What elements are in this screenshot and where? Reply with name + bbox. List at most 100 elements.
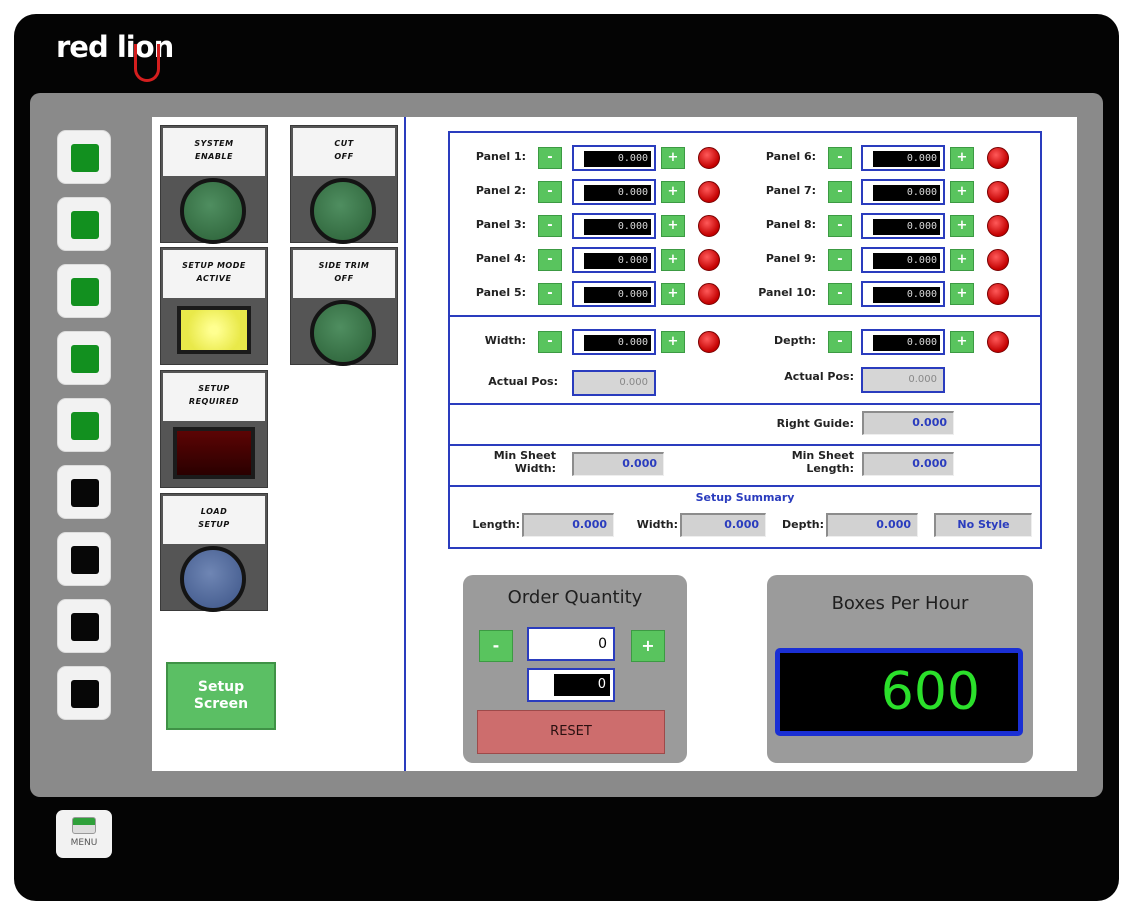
panel-9-plus-button[interactable]: + [950,249,974,271]
boxes-per-hour-card: Boxes Per Hour 600 [767,575,1033,763]
width-minus-button[interactable]: - [538,331,562,353]
panel-7-set-button[interactable] [987,181,1009,203]
summary-length-value: 0.000 [522,513,614,537]
panel-8-set-button[interactable] [987,215,1009,237]
side-button-4[interactable] [57,331,111,385]
width-field[interactable]: 0.000 [572,329,656,355]
system-enable-button[interactable]: SYSTEM ENABLE [160,125,268,244]
panel-6-plus-button[interactable]: + [950,147,974,169]
panel-7-minus-button[interactable]: - [828,181,852,203]
panel-10-set-button[interactable] [987,283,1009,305]
side-button-7[interactable] [57,532,111,586]
panel-9-field[interactable]: 0.000 [861,247,945,273]
side-button-3[interactable] [57,264,111,318]
setup-summary-title: Setup Summary [695,491,795,504]
width-actual-pos-value: 0.000 [572,370,656,396]
panel-9-label: Panel 9: [765,252,816,265]
side-button-6[interactable] [57,465,111,519]
panel-5-set-button[interactable] [698,283,720,305]
panel-10-minus-button[interactable]: - [828,283,852,305]
min-sheet-length-label: Min Sheet Length: [791,449,854,475]
panel-10-plus-button[interactable]: + [950,283,974,305]
panel-4-value: 0.000 [584,253,651,269]
side-button-7-indicator [71,546,99,574]
panel-4-plus-button[interactable]: + [661,249,685,271]
panel-8-plus-button[interactable]: + [950,215,974,237]
panel-9-set-button[interactable] [987,249,1009,271]
panel-2-plus-button[interactable]: + [661,181,685,203]
panel-8-label: Panel 8: [765,218,816,231]
section-divider [450,403,1040,405]
load-setup-label: LOAD SETUP [163,496,265,544]
depth-field[interactable]: 0.000 [861,329,945,355]
boxes-per-hour-display: 600 [775,648,1023,736]
panel-5-minus-button[interactable]: - [538,283,562,305]
panel-9-minus-button[interactable]: - [828,249,852,271]
reset-button[interactable]: RESET [477,710,665,754]
setup-screen-button[interactable]: Setup Screen [166,662,276,730]
menu-button[interactable]: MENU [56,810,112,858]
side-button-5[interactable] [57,398,111,452]
panel-3-plus-button[interactable]: + [661,215,685,237]
section-divider [450,315,1040,317]
panel-6-minus-button[interactable]: - [828,147,852,169]
summary-width-value: 0.000 [680,513,766,537]
summary-depth-value: 0.000 [826,513,918,537]
order-quantity-input[interactable]: 0 [527,627,615,661]
panel-5-plus-button[interactable]: + [661,283,685,305]
depth-set-button[interactable] [987,331,1009,353]
panel-1-plus-button[interactable]: + [661,147,685,169]
system-enable-lamp [180,178,246,244]
cut-off-button[interactable]: CUT OFF [290,125,398,244]
order-quantity-card: Order Quantity - 0 + 0 RESET [463,575,687,763]
order-quantity-plus-button[interactable]: + [631,630,665,662]
depth-plus-button[interactable]: + [950,331,974,353]
summary-width-label: Width: [636,518,678,531]
panel-8-field[interactable]: 0.000 [861,213,945,239]
panel-1-minus-button[interactable]: - [538,147,562,169]
panel-8-value: 0.000 [873,219,940,235]
panel-6-field[interactable]: 0.000 [861,145,945,171]
side-button-9[interactable] [57,666,111,720]
side-trim-off-button[interactable]: SIDE TRIM OFF [290,247,398,366]
panel-2-field[interactable]: 0.000 [572,179,656,205]
panel-1-field[interactable]: 0.000 [572,145,656,171]
setup-mode-lamp [177,306,251,354]
depth-actual-pos-label: Actual Pos: [784,370,854,383]
side-button-1[interactable] [57,130,111,184]
panel-3-set-button[interactable] [698,215,720,237]
panel-7-field[interactable]: 0.000 [861,179,945,205]
menu-icon [72,817,96,834]
panel-1-set-button[interactable] [698,147,720,169]
right-guide-value[interactable]: 0.000 [862,411,954,435]
panel-1-value: 0.000 [584,151,651,167]
panel-10-field[interactable]: 0.000 [861,281,945,307]
panel-7-plus-button[interactable]: + [950,181,974,203]
panel-3-minus-button[interactable]: - [538,215,562,237]
setup-required-lamp [173,427,255,479]
panel-2-value: 0.000 [584,185,651,201]
order-quantity-minus-button[interactable]: - [479,630,513,662]
panel-4-set-button[interactable] [698,249,720,271]
min-sheet-width-value[interactable]: 0.000 [572,452,664,476]
panel-6-set-button[interactable] [987,147,1009,169]
panel-2-set-button[interactable] [698,181,720,203]
side-button-9-indicator [71,680,99,708]
panel-4-field[interactable]: 0.000 [572,247,656,273]
width-set-button[interactable] [698,331,720,353]
system-enable-label: SYSTEM ENABLE [163,128,265,176]
side-button-2[interactable] [57,197,111,251]
panel-9-value: 0.000 [873,253,940,269]
panel-5-field[interactable]: 0.000 [572,281,656,307]
panel-7-value: 0.000 [873,185,940,201]
load-setup-button[interactable]: LOAD SETUP [160,493,268,612]
panel-2-minus-button[interactable]: - [538,181,562,203]
min-sheet-length-value[interactable]: 0.000 [862,452,954,476]
width-plus-button[interactable]: + [661,331,685,353]
panel-8-minus-button[interactable]: - [828,215,852,237]
panel-4-minus-button[interactable]: - [538,249,562,271]
depth-minus-button[interactable]: - [828,331,852,353]
section-divider [450,485,1040,487]
panel-3-field[interactable]: 0.000 [572,213,656,239]
side-button-8[interactable] [57,599,111,653]
